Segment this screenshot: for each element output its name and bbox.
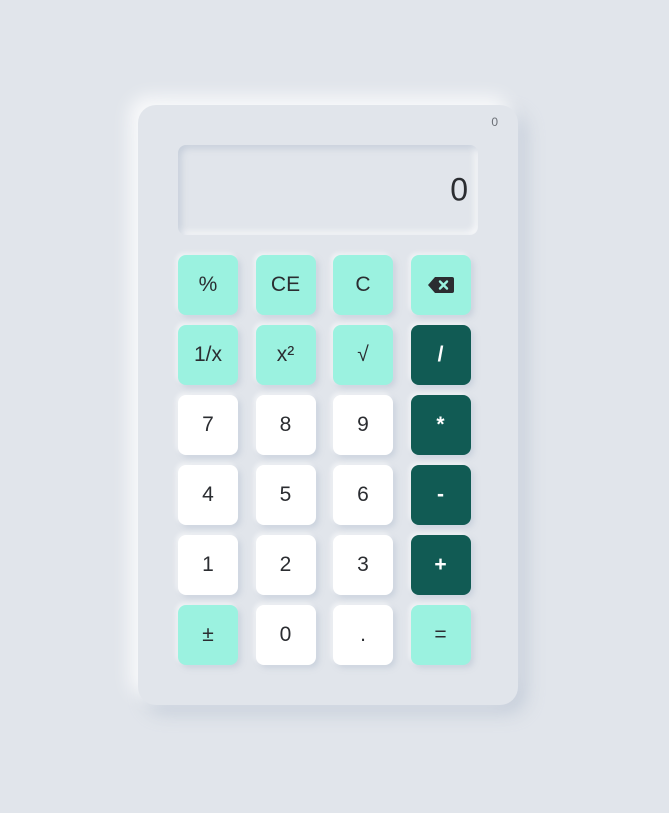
keypad: % CE C 1/x x² √ / 7 8 9 * 4 5 6 - 1 2 3 … [178, 255, 471, 665]
reciprocal-button[interactable]: 1/x [178, 325, 238, 385]
sqrt-button[interactable]: √ [333, 325, 393, 385]
calculator: 0 0 % CE C 1/x x² √ / 7 8 9 * 4 5 6 - 1 … [138, 105, 518, 705]
clear-button[interactable]: C [333, 255, 393, 315]
digit-4-button[interactable]: 4 [178, 465, 238, 525]
negate-button[interactable]: ± [178, 605, 238, 665]
digit-1-button[interactable]: 1 [178, 535, 238, 595]
digit-6-button[interactable]: 6 [333, 465, 393, 525]
add-button[interactable]: + [410, 535, 471, 595]
decimal-button[interactable]: . [333, 605, 393, 665]
display-value: 0 [450, 171, 468, 208]
digit-3-button[interactable]: 3 [333, 535, 393, 595]
divide-button[interactable]: / [410, 325, 471, 385]
digit-2-button[interactable]: 2 [255, 535, 316, 595]
digit-8-button[interactable]: 8 [255, 395, 316, 455]
backspace-button[interactable] [410, 255, 471, 315]
digit-7-button[interactable]: 7 [178, 395, 238, 455]
square-button[interactable]: x² [255, 325, 316, 385]
multiply-button[interactable]: * [410, 395, 471, 455]
backspace-icon [427, 277, 454, 293]
equals-button[interactable]: = [410, 605, 471, 665]
subtract-button[interactable]: - [410, 465, 471, 525]
digit-0-button[interactable]: 0 [255, 605, 316, 665]
result-display: 0 [178, 145, 478, 235]
history-display: 0 [491, 115, 498, 129]
digit-5-button[interactable]: 5 [255, 465, 316, 525]
clear-entry-button[interactable]: CE [255, 255, 316, 315]
digit-9-button[interactable]: 9 [333, 395, 393, 455]
percent-button[interactable]: % [178, 255, 238, 315]
